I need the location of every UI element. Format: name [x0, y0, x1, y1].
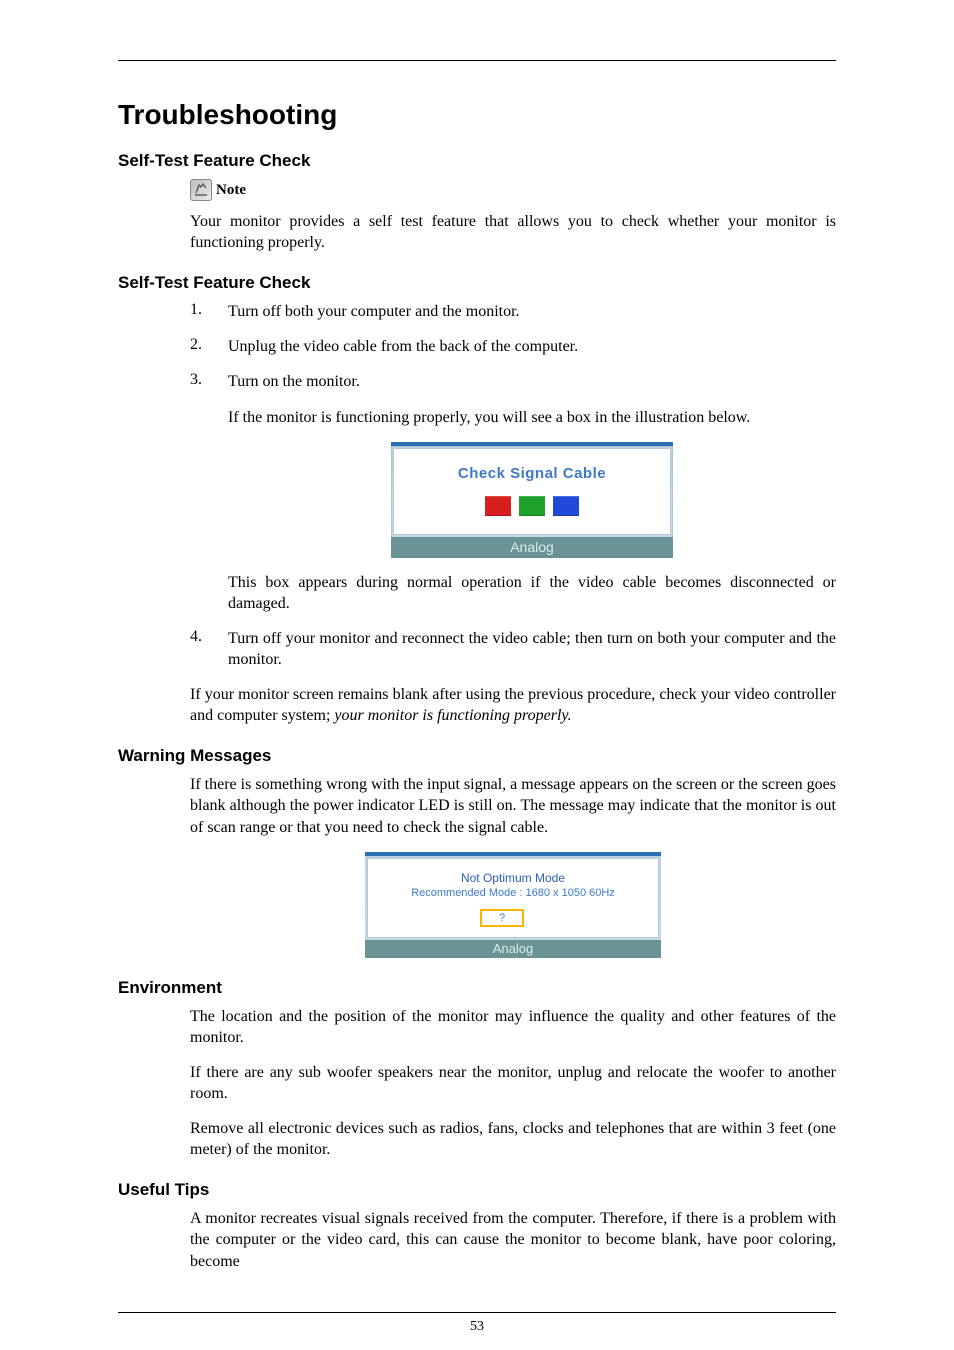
page-title: Troubleshooting: [118, 99, 836, 131]
step-number: 4.: [190, 628, 208, 670]
warning-body: If there is something wrong with the inp…: [190, 774, 836, 837]
tips-p: A monitor recreates visual signals recei…: [190, 1208, 836, 1271]
heading-environment: Environment: [118, 978, 836, 998]
osd2-subtitle: Recommended Mode : 1680 x 1050 60Hz: [378, 887, 648, 899]
environment-p: If there are any sub woofer speakers nea…: [190, 1062, 836, 1104]
note-block: Note Your monitor provides a self test f…: [190, 179, 836, 253]
step-number: 2.: [190, 336, 208, 357]
step-number: 1.: [190, 301, 208, 322]
note-label: Note: [216, 182, 246, 199]
osd-message: Check Signal Cable: [414, 465, 650, 482]
heading-self-test-2: Self-Test Feature Check: [118, 273, 836, 293]
page-content: Troubleshooting Self-Test Feature Check …: [118, 60, 836, 1272]
color-swatch-blue: [553, 496, 579, 516]
step-text: Unplug the video cable from the back of …: [228, 336, 836, 357]
page-number: 53: [118, 1319, 836, 1335]
osd-check-signal: Check Signal Cable Analog: [391, 442, 673, 558]
step-text: This box appears during normal operation…: [228, 572, 836, 614]
heading-useful-tips: Useful Tips: [118, 1180, 836, 1200]
step-text: Turn on the monitor.: [228, 371, 836, 392]
step-text: Turn off your monitor and reconnect the …: [228, 628, 836, 670]
rule-top: [118, 60, 836, 61]
heading-warning: Warning Messages: [118, 746, 836, 766]
heading-self-test-1: Self-Test Feature Check: [118, 151, 836, 171]
page-footer: 53: [118, 1296, 836, 1335]
step-text: If the monitor is functioning properly, …: [228, 407, 836, 428]
color-swatch-red: [485, 496, 511, 516]
environment-p: The location and the position of the mon…: [190, 1006, 836, 1048]
note-body: Your monitor provides a self test featur…: [190, 211, 836, 253]
step-text: Turn off both your computer and the moni…: [228, 301, 836, 322]
osd2-title: Not Optimum Mode: [378, 871, 648, 885]
self-test-steps: 1. Turn off both your computer and the m…: [190, 301, 836, 670]
osd2-button: ?: [480, 909, 524, 927]
osd-footer: Analog: [391, 537, 673, 558]
rule-bottom: [118, 1312, 836, 1313]
osd-not-optimum: Not Optimum Mode Recommended Mode : 1680…: [365, 852, 661, 958]
after-list-text: If your monitor screen remains blank aft…: [190, 684, 836, 726]
step-number: 3.: [190, 371, 208, 613]
note-icon: [190, 179, 212, 201]
osd2-footer: Analog: [365, 940, 661, 958]
color-swatch-green: [519, 496, 545, 516]
environment-p: Remove all electronic devices such as ra…: [190, 1118, 836, 1160]
